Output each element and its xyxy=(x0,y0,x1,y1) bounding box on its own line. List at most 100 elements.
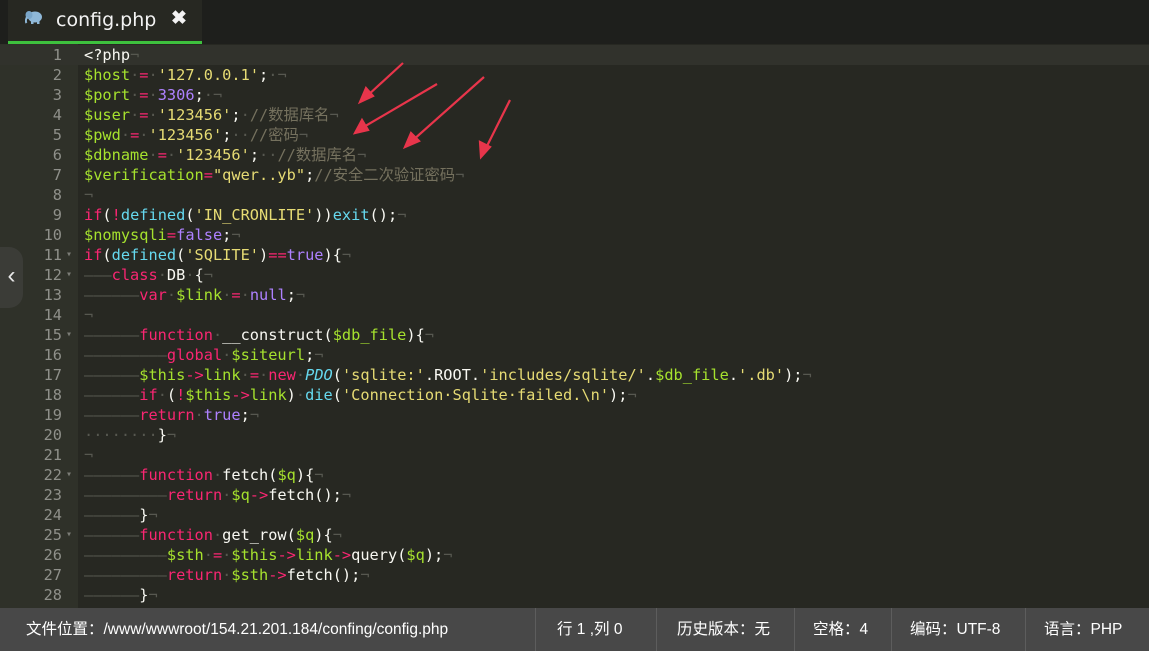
code-token: ( xyxy=(102,246,112,264)
code-line[interactable]: 8 ¬ xyxy=(0,185,1149,205)
code-line[interactable]: 7 $verification="qwer..yb";//安全二次验证密码¬ xyxy=(0,165,1149,185)
line-number: 21 xyxy=(43,446,62,464)
code-token: $sth xyxy=(231,566,269,584)
line-number: 1 xyxy=(52,46,62,64)
code-token: -> xyxy=(249,486,269,504)
code-token: true xyxy=(286,246,324,264)
code-token: · xyxy=(166,146,177,164)
code-token: link xyxy=(295,546,333,564)
code-token: · xyxy=(222,486,232,504)
line-number: 22 xyxy=(43,466,62,484)
fold-toggle-icon[interactable]: ▾ xyxy=(66,465,72,485)
code-token: · xyxy=(222,566,232,584)
code-line[interactable]: 9 if(!defined('IN_CRONLITE'))exit();¬ xyxy=(0,205,1149,225)
language-setting[interactable]: 语言：PHP xyxy=(1044,608,1122,651)
code-line[interactable]: 13 ——————var·$link·=·null;¬ xyxy=(0,285,1149,305)
code-line[interactable]: 20 ········}¬ xyxy=(0,425,1149,445)
line-number: 9 xyxy=(52,206,62,224)
code-line[interactable]: 17 ——————$this->link·=·new·PDO('sqlite:'.… xyxy=(0,365,1149,385)
code-token: = xyxy=(212,546,223,564)
code-token: · xyxy=(148,66,158,84)
collapse-panel-button[interactable]: ‹ xyxy=(0,247,23,308)
code-text: —————————return·$sth->fetch();¬ xyxy=(84,565,370,585)
code-token: —————— xyxy=(84,286,140,304)
code-token: $db_file xyxy=(332,326,407,344)
code-token: ; xyxy=(259,66,269,84)
code-token: if xyxy=(139,386,158,404)
code-text: ——————}¬ xyxy=(84,505,158,525)
code-text: ——————return·true;¬ xyxy=(84,405,259,425)
code-token: ){ xyxy=(295,466,315,484)
code-line[interactable]: 6 $dbname·=·'123456';··//数据库名¬ xyxy=(0,145,1149,165)
code-token: ¬ xyxy=(249,406,260,424)
code-token: · xyxy=(139,126,149,144)
code-token: $nomysqli xyxy=(84,226,167,244)
code-line[interactable]: 24 ——————}¬ xyxy=(0,505,1149,525)
code-line[interactable]: 28 ——————}¬ xyxy=(0,585,1149,605)
code-token: —————— xyxy=(84,526,140,544)
code-line[interactable]: 26 —————————$sth·=·$this->link->query($q)… xyxy=(0,545,1149,565)
fold-toggle-icon[interactable]: ▾ xyxy=(66,265,72,285)
code-token: function xyxy=(139,326,213,344)
code-line[interactable]: 1 <?php¬ xyxy=(0,45,1149,65)
code-line[interactable]: 14 ¬ xyxy=(0,305,1149,325)
code-token: · xyxy=(120,126,131,144)
line-number: 6 xyxy=(52,146,62,164)
code-token: $db_file xyxy=(655,366,729,384)
code-token: · xyxy=(130,86,140,104)
code-token: '.db' xyxy=(738,366,785,384)
close-icon[interactable]: ✖ xyxy=(171,7,187,30)
code-line[interactable]: 19 ——————return·true;¬ xyxy=(0,405,1149,425)
tab-config-php[interactable]: config.php ✖ xyxy=(8,0,202,44)
code-line[interactable]: 18 ——————if·(!$this->link)·die('Connectio… xyxy=(0,385,1149,405)
fold-toggle-icon[interactable]: ▾ xyxy=(66,325,72,345)
code-line[interactable]: 3 $port·=·3306;·¬ xyxy=(0,85,1149,105)
code-token: ·· xyxy=(231,126,250,144)
code-line[interactable]: 15 ▾ ——————function·__construct($db_file){… xyxy=(0,325,1149,345)
code-token: PDO xyxy=(305,366,333,384)
fold-toggle-icon[interactable]: ▾ xyxy=(66,245,72,265)
tab-title: config.php xyxy=(56,9,157,31)
divider xyxy=(1025,608,1026,651)
code-line[interactable]: 10 $nomysqli=false;¬ xyxy=(0,225,1149,245)
code-text: ——————}¬ xyxy=(84,585,158,605)
fold-toggle-icon[interactable]: ▾ xyxy=(66,525,72,545)
code-token: ){ xyxy=(323,246,342,264)
code-token: ; xyxy=(286,286,296,304)
history-version[interactable]: 历史版本：无 xyxy=(677,608,770,651)
code-line[interactable]: 25 ▾ ——————function·get_row($q){¬ xyxy=(0,525,1149,545)
code-token: · xyxy=(212,326,223,344)
code-token: ; xyxy=(305,346,315,364)
indent-setting[interactable]: 空格：4 xyxy=(813,608,868,651)
code-token: true xyxy=(203,406,241,424)
code-token: = xyxy=(203,166,213,184)
code-token: · xyxy=(222,546,232,564)
code-token: ¬ xyxy=(341,246,352,264)
cursor-position[interactable]: 行 1 ,列 0 xyxy=(557,608,622,651)
code-token: ¬ xyxy=(329,106,339,124)
code-line[interactable]: 23 —————————return·$q->fetch();¬ xyxy=(0,485,1149,505)
code-line[interactable]: 21 ¬ xyxy=(0,445,1149,465)
code-token: · xyxy=(130,66,140,84)
code-line[interactable]: 16 —————————global·$siteurl;¬ xyxy=(0,345,1149,365)
code-token: $this xyxy=(231,546,278,564)
code-token: '123456' xyxy=(176,146,250,164)
code-token: · xyxy=(259,366,269,384)
code-token: · xyxy=(130,106,140,124)
code-token: defined xyxy=(120,206,186,224)
code-text: $nomysqli=false;¬ xyxy=(84,225,241,245)
code-line[interactable]: 12 ▾ ———class·DB·{¬ xyxy=(0,265,1149,285)
encoding-setting[interactable]: 编码：UTF-8 xyxy=(910,608,1000,651)
code-token: ¬ xyxy=(341,486,352,504)
code-token: die xyxy=(305,386,333,404)
tab-bar: config.php ✖ xyxy=(0,0,1149,44)
code-line[interactable]: 22 ▾ ——————function·fetch($q){¬ xyxy=(0,465,1149,485)
code-line[interactable]: 11 ▾ if(defined('SQLITE')==true){¬ xyxy=(0,245,1149,265)
code-text: ——————if·(!$this->link)·die('Connection·… xyxy=(84,385,637,405)
code-editor[interactable]: 1 <?php¬ 2 $host·=·'127.0.0.1';·¬ 3 $port·=·3… xyxy=(0,44,1149,608)
code-line[interactable]: 4 $user·=·'123456';·//数据库名¬ xyxy=(0,105,1149,125)
code-line[interactable]: 5 $pwd·=·'123456';··//密码¬ xyxy=(0,125,1149,145)
code-line[interactable]: 27 —————————return·$sth->fetch();¬ xyxy=(0,565,1149,585)
code-line[interactable]: 2 $host·=·'127.0.0.1';·¬ xyxy=(0,65,1149,85)
code-token: fetch( xyxy=(222,466,278,484)
